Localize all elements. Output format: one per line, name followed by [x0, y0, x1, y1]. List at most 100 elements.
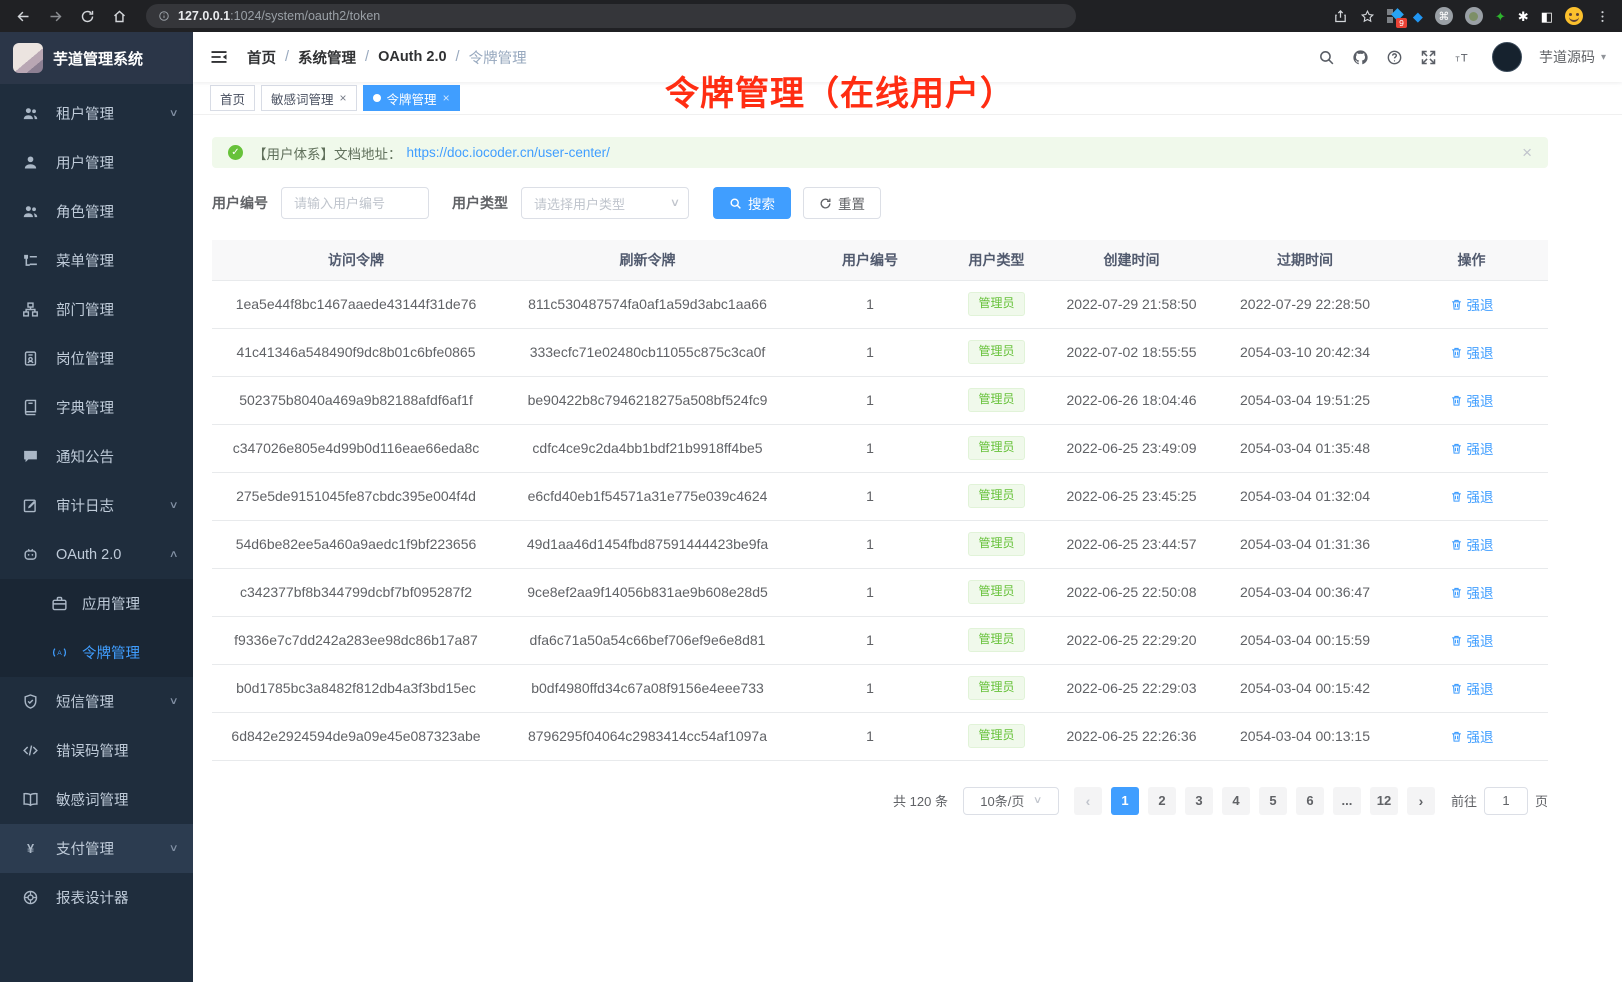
page-jump: 前往 页	[1451, 787, 1548, 815]
user-type-cell: 管理员	[945, 520, 1048, 568]
profile-avatar-icon[interactable]	[1565, 7, 1583, 25]
sidebar-toggle-icon[interactable]: ◧	[1541, 10, 1553, 23]
user-id-input[interactable]	[281, 187, 429, 219]
tag-view[interactable]: 敏感词管理 ×	[261, 85, 357, 111]
page-number-button[interactable]: 12	[1370, 787, 1398, 815]
menu-item-icon	[21, 693, 39, 711]
page-number-button[interactable]: 5	[1259, 787, 1287, 815]
prev-page-button[interactable]: ‹	[1074, 787, 1102, 815]
gem-extension-icon[interactable]: ◆	[1413, 10, 1423, 23]
search-icon[interactable]	[1318, 49, 1335, 66]
share-icon[interactable]	[1333, 9, 1348, 24]
browser-menu-icon[interactable]	[1595, 9, 1610, 24]
sidebar-item[interactable]: 菜单管理	[0, 236, 193, 285]
user-type-cell: 管理员	[945, 328, 1048, 376]
sidebar-item[interactable]: OAuth 2.0 ∧	[0, 530, 193, 579]
table-row: 275e5de9151045fe87cbdc395e004f4d e6cfd40…	[212, 472, 1548, 520]
chevron-icon: ∧	[168, 549, 178, 560]
breadcrumb-oauth[interactable]: OAuth 2.0	[378, 49, 446, 65]
force-logout-button[interactable]: 强退	[1450, 726, 1494, 746]
user-type-badge: 管理员	[968, 292, 1024, 316]
address-bar[interactable]: 127.0.0.1:1024/system/oauth2/token	[146, 4, 1076, 28]
breadcrumb-system[interactable]: 系统管理	[298, 47, 356, 68]
fullscreen-icon[interactable]	[1420, 49, 1437, 66]
help-icon[interactable]	[1386, 49, 1403, 66]
sidebar-item-label: OAuth 2.0	[56, 547, 170, 563]
force-logout-button[interactable]: 强退	[1450, 630, 1494, 650]
command-extension-icon[interactable]: ⌘	[1435, 7, 1453, 25]
sidebar-item[interactable]: A 令牌管理	[0, 628, 193, 677]
user-id-cell: 1	[795, 568, 945, 616]
sidebar-item[interactable]: 短信管理 ∨	[0, 677, 193, 726]
sidebar-collapse-icon[interactable]	[209, 46, 231, 68]
page-number-button[interactable]: 6	[1296, 787, 1324, 815]
sidebar-item[interactable]: 应用管理	[0, 579, 193, 628]
sidebar-item[interactable]: 岗位管理	[0, 334, 193, 383]
tag-view[interactable]: 令牌管理 ×	[363, 85, 460, 111]
user-avatar[interactable]	[1492, 42, 1522, 72]
jump-page-input[interactable]	[1484, 787, 1528, 815]
force-logout-button[interactable]: 强退	[1450, 486, 1494, 506]
user-type-select[interactable]: 请选择用户类型∨	[521, 187, 689, 219]
font-size-icon[interactable]: TT	[1454, 49, 1471, 66]
tag-view[interactable]: 首页 ×	[210, 85, 255, 111]
tag-label: 令牌管理	[387, 89, 437, 108]
sidebar-item[interactable]: 审计日志 ∨	[0, 481, 193, 530]
breadcrumb-home[interactable]: 首页	[247, 47, 276, 68]
sidebar-item[interactable]: 错误码管理	[0, 726, 193, 775]
pinwheel-extension-icon[interactable]: ✱	[1518, 10, 1529, 23]
sidebar-item-label: 支付管理	[56, 838, 170, 859]
page-number-button[interactable]: 4	[1222, 787, 1250, 815]
star-extension-icon[interactable]: ✦	[1495, 10, 1506, 23]
search-button[interactable]: 搜索	[713, 187, 791, 219]
created-time-cell: 2022-06-25 23:49:09	[1048, 424, 1215, 472]
browser-back-icon[interactable]	[10, 3, 36, 29]
force-logout-button[interactable]: 强退	[1450, 678, 1494, 698]
page-number-button[interactable]: ...	[1333, 787, 1361, 815]
tag-close-icon[interactable]: ×	[443, 91, 450, 105]
menu-item-icon	[21, 301, 39, 319]
refresh-token-cell: b0df4980ffd34c67a08f9156e4eee733	[500, 664, 795, 712]
sidebar-item[interactable]: 租户管理 ∨	[0, 89, 193, 138]
browser-forward-icon[interactable]	[42, 3, 68, 29]
chevron-icon: ∨	[168, 108, 178, 119]
browser-reload-icon[interactable]	[74, 3, 100, 29]
bookmark-star-icon[interactable]	[1360, 9, 1375, 24]
tag-close-icon[interactable]: ×	[340, 91, 347, 105]
menu-item-icon	[21, 105, 39, 123]
sidebar-item[interactable]: 角色管理	[0, 187, 193, 236]
reset-button[interactable]: 重置	[803, 187, 881, 219]
site-info-icon[interactable]	[158, 10, 170, 22]
tag-label: 敏感词管理	[271, 89, 334, 108]
page-size-select[interactable]: 10条/页∨	[963, 787, 1059, 815]
force-logout-button[interactable]: 强退	[1450, 438, 1494, 458]
sidebar-item[interactable]: 部门管理	[0, 285, 193, 334]
page-number-button[interactable]: 2	[1148, 787, 1176, 815]
sidebar-item[interactable]: ¥ 支付管理 ∨	[0, 824, 193, 873]
browser-chrome: 127.0.0.1:1024/system/oauth2/token 9 ◆ ⌘…	[0, 0, 1622, 32]
table-header-row: 访问令牌刷新令牌用户编号用户类型创建时间过期时间操作	[212, 240, 1548, 280]
page-number-button[interactable]: 3	[1185, 787, 1213, 815]
sidebar-item[interactable]: 字典管理	[0, 383, 193, 432]
github-icon[interactable]	[1352, 49, 1369, 66]
page-number-button[interactable]: 1	[1111, 787, 1139, 815]
force-logout-button[interactable]: 强退	[1450, 342, 1494, 362]
force-logout-button[interactable]: 强退	[1450, 390, 1494, 410]
sidebar-item-label: 通知公告	[56, 446, 177, 467]
force-logout-button[interactable]: 强退	[1450, 582, 1494, 602]
access-token-cell: b0d1785bc3a8482f812db4a3f3bd15ec	[212, 664, 500, 712]
force-logout-button[interactable]: 强退	[1450, 534, 1494, 554]
refresh-token-cell: 8796295f04064c2983414cc54af1097a	[500, 712, 795, 760]
sidebar-item[interactable]: 报表设计器	[0, 873, 193, 922]
force-logout-button[interactable]: 强退	[1450, 294, 1494, 314]
user-menu[interactable]: 芋道源码▾	[1539, 47, 1606, 67]
sidebar-item[interactable]: 敏感词管理	[0, 775, 193, 824]
doc-link[interactable]: https://doc.iocoder.cn/user-center/	[407, 145, 610, 160]
browser-home-icon[interactable]	[106, 3, 132, 29]
dot-extension-icon[interactable]	[1465, 7, 1483, 25]
sidebar-item[interactable]: 用户管理	[0, 138, 193, 187]
alert-close-icon[interactable]: ×	[1522, 144, 1532, 161]
extension-grid-icon[interactable]: 9	[1387, 9, 1401, 23]
next-page-button[interactable]: ›	[1407, 787, 1435, 815]
sidebar-item[interactable]: 通知公告	[0, 432, 193, 481]
